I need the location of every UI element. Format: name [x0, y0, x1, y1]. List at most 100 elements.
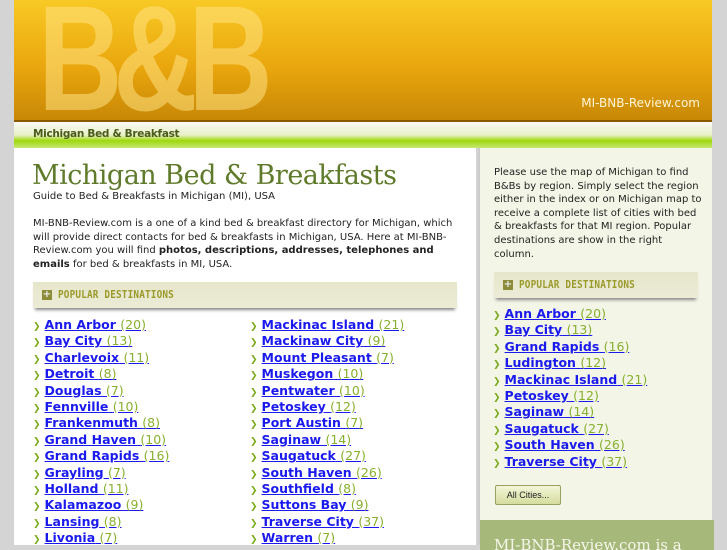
city-link[interactable]: Lansing (8) — [45, 514, 122, 529]
page-title: Michigan Bed & Breakfasts — [32, 160, 397, 191]
intro-part: for bed & breakfasts in MI, USA. — [69, 258, 233, 270]
city-name: Grand Haven — [44, 431, 137, 447]
city-link[interactable]: Traverse City (37) — [505, 454, 627, 469]
city-name: Holland — [44, 480, 99, 496]
city-link[interactable]: Warren (7) — [262, 530, 336, 545]
city-name: Saugatuck — [261, 448, 336, 464]
sidebar-destinations-list: ❯ Ann Arbor (20) ❯ Bay City (13) ❯ Grand Rapi… — [493, 306, 647, 470]
city-count: (8) — [98, 366, 117, 382]
city-link[interactable]: Holland (11) — [45, 481, 129, 496]
list-item: ❯ Ann Arbor (20) — [493, 306, 647, 322]
list-item: ❯ Petoskey (12) — [493, 388, 647, 404]
list-item: ❯ Mackinac Island (21) — [493, 372, 647, 388]
city-link[interactable]: Saginaw (14) — [505, 404, 595, 419]
bullet-arrow-icon: ❯ — [493, 392, 501, 403]
city-link[interactable]: Ludington (12) — [505, 355, 606, 370]
city-count: (7) — [345, 415, 364, 431]
popular-destinations-heading: + POPULAR DESTINATIONS — [33, 282, 457, 308]
bullet-arrow-icon: ❯ — [250, 469, 258, 480]
city-link[interactable]: Grand Rapids (16) — [45, 448, 170, 463]
city-name: Charlevoix — [44, 349, 120, 365]
list-item: ❯ Traverse City (37) — [493, 454, 647, 470]
city-name: Mackinac Island — [261, 317, 375, 332]
city-link[interactable]: Pentwater (10) — [262, 383, 365, 398]
city-link[interactable]: Detroit (8) — [45, 366, 117, 381]
city-count: (12) — [573, 387, 599, 403]
city-link[interactable]: Port Austin (7) — [262, 415, 364, 430]
city-link[interactable]: Bay City (13) — [505, 322, 593, 337]
city-link[interactable]: Livonia (7) — [45, 530, 118, 545]
city-count: (14) — [325, 431, 352, 447]
city-link[interactable]: Saugatuck (27) — [505, 421, 609, 436]
bullet-arrow-icon: ❯ — [250, 371, 258, 382]
city-name: Douglas — [44, 382, 102, 398]
bullet-arrow-icon: ❯ — [250, 535, 258, 546]
nav-bar: Michigan Bed & Breakfast — [14, 122, 712, 148]
city-link[interactable]: Muskegon (10) — [262, 366, 364, 381]
list-item: ❯ Mackinaw City (9) — [250, 333, 404, 349]
bullet-arrow-icon: ❯ — [493, 327, 501, 338]
city-link[interactable]: Bay City (13) — [45, 333, 133, 348]
city-link[interactable]: Saginaw (14) — [262, 432, 352, 447]
city-count: (13) — [106, 333, 133, 349]
all-cities-button[interactable]: All Cities... — [495, 485, 561, 505]
list-item: ❯ Muskegon (10) — [250, 366, 404, 382]
city-link[interactable]: Mount Pleasant (7) — [262, 350, 394, 365]
list-item: ❯ Saugatuck (27) — [250, 448, 404, 464]
city-name: Traverse City — [261, 513, 354, 529]
city-link[interactable]: Grand Rapids (16) — [505, 339, 630, 354]
city-name: Bay City — [504, 322, 563, 338]
city-name: South Haven — [261, 464, 352, 480]
city-link[interactable]: Traverse City (37) — [262, 514, 384, 529]
list-item: ❯ Grayling (7) — [33, 465, 169, 481]
city-count: (9) — [125, 497, 144, 513]
city-link[interactable]: Petoskey (12) — [262, 399, 356, 414]
city-link[interactable]: Suttons Bay (9) — [262, 497, 369, 512]
bullet-arrow-icon: ❯ — [33, 354, 41, 365]
bullet-arrow-icon: ❯ — [493, 311, 501, 321]
city-link[interactable]: Mackinaw City (9) — [262, 333, 386, 348]
city-link[interactable]: Southfield (8) — [262, 481, 356, 496]
city-link[interactable]: Grand Haven (10) — [45, 432, 167, 447]
bullet-arrow-icon: ❯ — [493, 458, 501, 469]
city-count: (10) — [337, 366, 364, 382]
city-link[interactable]: Petoskey (12) — [505, 388, 599, 403]
bullet-arrow-icon: ❯ — [493, 409, 501, 420]
bullet-arrow-icon: ❯ — [33, 322, 41, 332]
city-name: Kalamazoo — [44, 497, 122, 513]
city-link[interactable]: Fennville (10) — [45, 399, 139, 414]
list-item: ❯ Holland (11) — [33, 481, 169, 497]
city-link[interactable]: South Haven (26) — [505, 437, 625, 452]
city-name: Muskegon — [261, 366, 334, 382]
bullet-arrow-icon: ❯ — [33, 338, 41, 349]
city-link[interactable]: Kalamazoo (9) — [45, 497, 144, 512]
city-link[interactable]: Mackinac Island (21) — [505, 372, 648, 387]
city-link[interactable]: Ann Arbor (20) — [505, 306, 606, 321]
city-link[interactable]: South Haven (26) — [262, 465, 382, 480]
city-link[interactable]: Grayling (7) — [45, 465, 126, 480]
list-item: ❯ Traverse City (37) — [250, 514, 404, 530]
city-name: Traverse City — [504, 453, 597, 469]
city-link[interactable]: Charlevoix (11) — [45, 350, 150, 365]
list-item: ❯ Douglas (7) — [33, 383, 169, 399]
city-link[interactable]: Ann Arbor (20) — [45, 317, 146, 332]
city-count: (8) — [142, 415, 161, 431]
sidebar-bottom-box: MI-BNB-Review.com is a — [480, 520, 714, 550]
city-count: (8) — [103, 513, 122, 529]
sidebar-text: Please use the map of Michigan to find B… — [494, 167, 702, 260]
city-link[interactable]: Frankenmuth (8) — [45, 415, 160, 430]
city-count: (7) — [107, 464, 126, 480]
plus-icon: + — [42, 289, 52, 300]
bullet-arrow-icon: ❯ — [493, 376, 501, 387]
list-item: ❯ South Haven (26) — [250, 465, 404, 481]
city-count: (37) — [601, 453, 627, 469]
bullet-arrow-icon: ❯ — [250, 403, 258, 414]
city-link[interactable]: Saugatuck (27) — [262, 448, 366, 463]
nav-title[interactable]: Michigan Bed & Breakfast — [33, 128, 180, 140]
city-link[interactable]: Douglas (7) — [45, 383, 124, 398]
list-item: ❯ Charlevoix (11) — [33, 350, 169, 366]
city-link[interactable]: Mackinac Island (21) — [262, 317, 405, 332]
city-name: Saginaw — [504, 404, 565, 420]
list-item: ❯ Ludington (12) — [493, 355, 647, 371]
city-name: Suttons Bay — [261, 497, 347, 513]
